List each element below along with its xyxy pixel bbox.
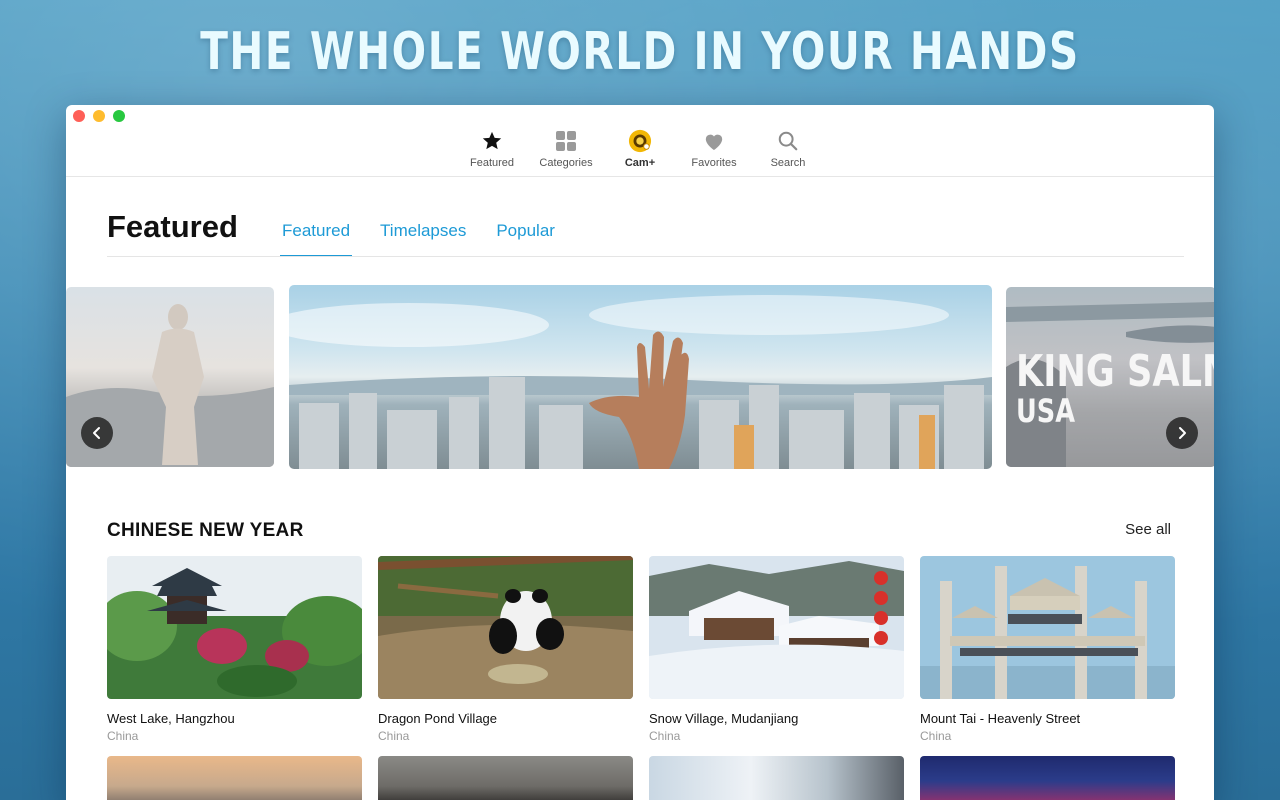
camera-thumbnail (920, 556, 1175, 699)
chevron-left-icon (93, 427, 100, 439)
cam-plus-icon (628, 129, 652, 153)
camera-card[interactable]: Snow Village, Mudanjiang China (649, 556, 904, 743)
card-country: China (920, 729, 952, 743)
slide-caption-title: KING SALMON (1016, 346, 1214, 397)
toolbar-label: Search (770, 157, 806, 169)
toolbar-favorites[interactable]: Favorites (677, 105, 751, 176)
grid-icon (554, 129, 578, 153)
card-country: China (649, 729, 681, 743)
toolbar-label: Categories (539, 157, 593, 169)
camera-thumbnail (378, 556, 633, 699)
tab-popular[interactable]: Popular (494, 217, 557, 257)
see-all-link[interactable]: See all (1125, 521, 1171, 538)
toolbar-categories[interactable]: Categories (529, 105, 603, 176)
star-icon (480, 129, 504, 153)
heart-icon (702, 129, 726, 153)
chevron-right-icon (1179, 427, 1186, 439)
main-toolbar: Featured Categories Cam+ Favorites Searc… (66, 105, 1214, 177)
carousel-next-button[interactable] (1166, 417, 1198, 449)
camera-thumbnail[interactable] (107, 756, 362, 800)
camera-thumbnail (649, 556, 904, 699)
card-title: West Lake, Hangzhou (107, 711, 235, 726)
camera-thumbnail[interactable] (378, 756, 633, 800)
camera-card[interactable]: Dragon Pond Village China (378, 556, 633, 743)
search-icon (776, 129, 800, 153)
featured-carousel: KING SALMON USA (66, 285, 1214, 469)
tab-featured[interactable]: Featured (280, 217, 353, 257)
camera-thumbnail[interactable] (649, 756, 904, 800)
camera-grid: West Lake, Hangzhou China Dragon Pond Vi… (107, 556, 1175, 743)
toolbar-featured[interactable]: Featured (455, 105, 529, 176)
card-country: China (378, 729, 410, 743)
toolbar-cam-plus[interactable]: Cam+ (603, 105, 677, 176)
tab-bar: Featured Timelapses Popular (280, 217, 583, 257)
card-title: Dragon Pond Village (378, 711, 498, 726)
card-title: Snow Village, Mudanjiang (649, 711, 799, 726)
camera-grid-next-row (107, 756, 1175, 800)
section-title: CHINESE NEW YEAR (107, 520, 304, 541)
city-hand-image (289, 295, 992, 469)
carousel-slide-current[interactable] (289, 285, 992, 469)
divider (107, 256, 1184, 257)
toolbar-search[interactable]: Search (751, 105, 825, 176)
carousel-prev-button[interactable] (81, 417, 113, 449)
camera-thumbnail (107, 556, 362, 699)
card-title: Mount Tai - Heavenly Street (920, 711, 1081, 726)
camera-card[interactable]: West Lake, Hangzhou China (107, 556, 362, 743)
page-title: Featured (107, 209, 238, 244)
card-country: China (107, 729, 139, 743)
camera-thumbnail[interactable] (920, 756, 1175, 800)
toolbar-label: Featured (469, 157, 515, 169)
toolbar-label: Cam+ (624, 157, 656, 169)
app-window: Featured Categories Cam+ Favorites Searc… (66, 105, 1214, 800)
toolbar-label: Favorites (691, 157, 737, 169)
tab-timelapses[interactable]: Timelapses (378, 217, 468, 257)
camera-card[interactable]: Mount Tai - Heavenly Street China (920, 556, 1175, 743)
promo-headline: THE WHOLE WORLD IN YOUR HANDS (200, 22, 1080, 82)
